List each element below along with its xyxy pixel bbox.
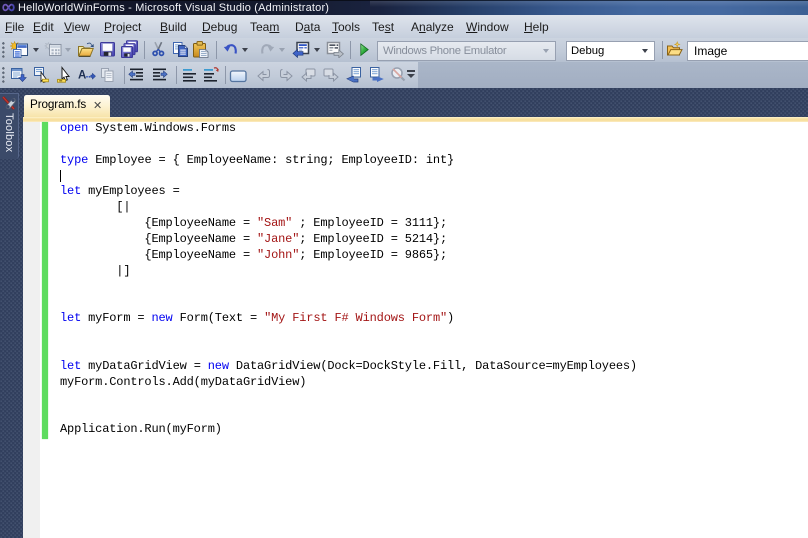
svg-text:A: A (78, 70, 86, 82)
